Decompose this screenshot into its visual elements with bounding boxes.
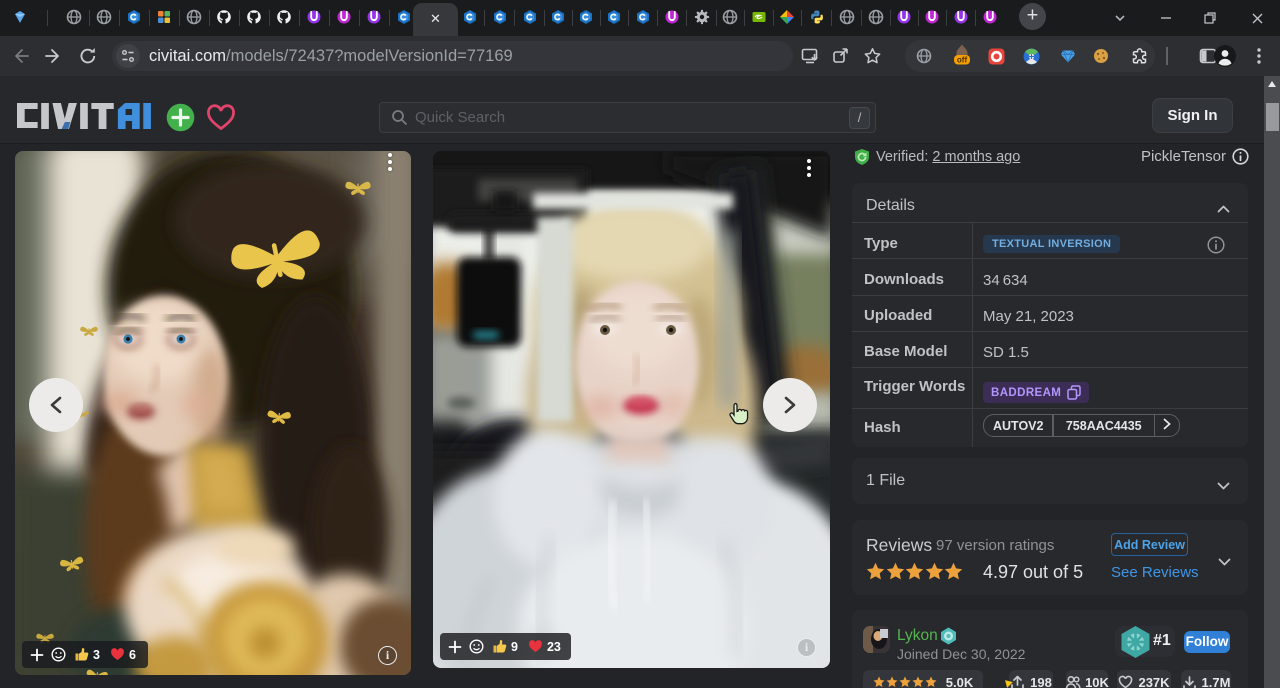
svg-text:off: off — [957, 55, 968, 64]
